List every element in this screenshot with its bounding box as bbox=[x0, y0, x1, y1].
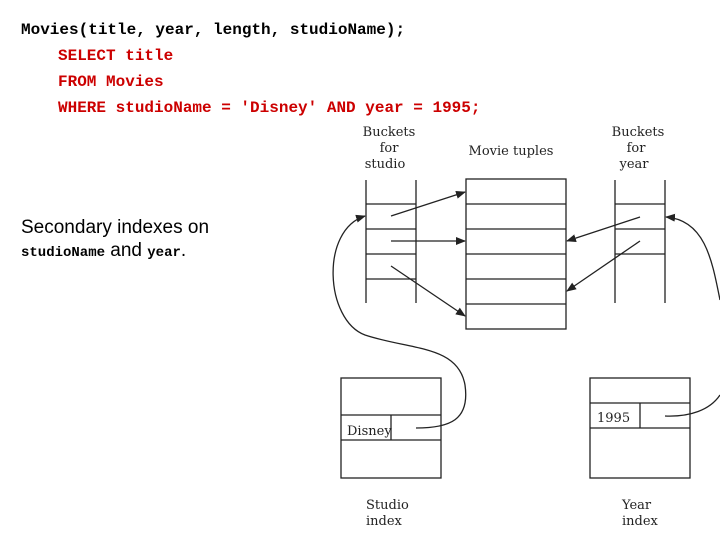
studio-buckets-label-1: Buckets bbox=[363, 125, 416, 140]
year-buckets-label-2: for bbox=[627, 141, 647, 156]
movie-tuples-label: Movie tuples bbox=[469, 144, 554, 159]
studio-buckets-label-3: studio bbox=[365, 157, 406, 172]
studio-index-label-2: index bbox=[366, 514, 403, 529]
studio-index-key: Disney bbox=[347, 424, 392, 439]
pointer-year-index-to-bucket bbox=[664, 394, 720, 417]
year-buckets-label-1: Buckets bbox=[612, 125, 665, 140]
pointer-studio-index-to-bucket bbox=[332, 214, 467, 429]
studio-index-label-1: Studio bbox=[366, 498, 409, 513]
movie-tuples-table bbox=[465, 178, 567, 330]
pointer-year-into-bucket bbox=[665, 213, 720, 301]
arrow-year-to-tuple-2 bbox=[566, 240, 641, 292]
year-index bbox=[589, 377, 691, 479]
year-buckets-label-3: year bbox=[618, 157, 649, 172]
year-index-label-1: Year bbox=[621, 498, 652, 513]
studio-buckets-label-2: for bbox=[380, 141, 400, 156]
year-index-key: 1995 bbox=[597, 411, 630, 426]
year-index-label-2: index bbox=[622, 514, 659, 529]
secondary-index-diagram: Buckets for studio Movie tuples Buckets … bbox=[332, 125, 720, 529]
arrow-studio-to-tuple-3 bbox=[390, 265, 466, 317]
